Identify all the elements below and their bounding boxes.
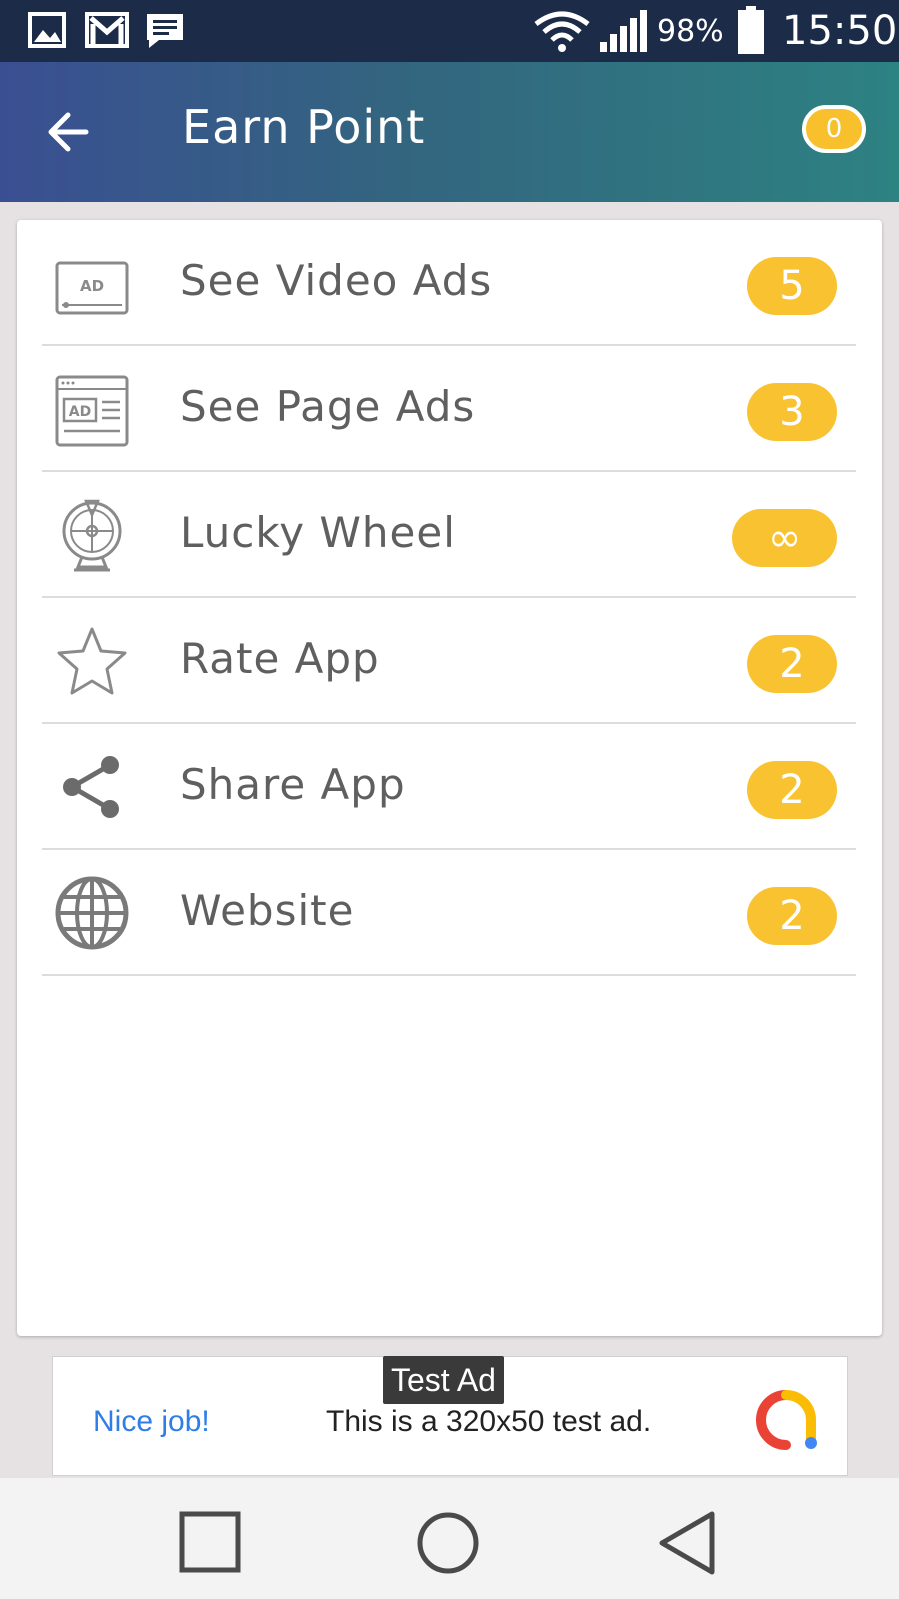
item-points-badge: 2: [747, 635, 837, 693]
ad-logo-icon: [756, 1390, 817, 1450]
status-bar: 98% 15:50: [0, 0, 899, 62]
clock: 15:50: [782, 8, 898, 54]
list-item-share-app[interactable]: Share App 2: [42, 724, 856, 850]
message-icon: [147, 14, 183, 48]
signal-icon: [600, 10, 647, 52]
back-triangle-icon[interactable]: [652, 1508, 722, 1578]
item-label: See Page Ads: [180, 382, 476, 431]
share-icon: [63, 756, 119, 818]
item-points-badge: ∞: [732, 509, 837, 567]
globe-icon: [55, 876, 129, 950]
item-label: Website: [180, 886, 355, 935]
system-navigation-bar: [0, 1478, 899, 1599]
video-ad-icon: AD: [55, 261, 129, 315]
item-points-badge: 2: [747, 761, 837, 819]
page-title: Earn Point: [182, 100, 426, 154]
battery-icon: [738, 6, 764, 54]
item-points-badge: 2: [747, 887, 837, 945]
item-points-badge: 5: [747, 257, 837, 315]
item-label: See Video Ads: [180, 256, 493, 305]
item-label: Lucky Wheel: [180, 508, 456, 557]
image-icon: [28, 12, 66, 48]
svg-text:AD: AD: [80, 277, 104, 295]
star-icon: [57, 627, 127, 695]
list-item-website[interactable]: Website 2: [42, 850, 856, 976]
app-bar: Earn Point 0: [0, 62, 899, 202]
gmail-icon: [85, 12, 129, 48]
battery-percent: 98%: [657, 14, 724, 49]
svg-text:AD: AD: [69, 404, 91, 420]
list-item-video-ads[interactable]: AD See Video Ads 5: [42, 220, 856, 346]
test-ad-tag: Test Ad: [383, 1356, 504, 1404]
home-circle-icon[interactable]: [413, 1508, 483, 1578]
list-item-rate-app[interactable]: Rate App 2: [42, 598, 856, 724]
lucky-wheel-icon: [62, 499, 122, 572]
item-points-badge: 3: [747, 383, 837, 441]
list-item-page-ads[interactable]: AD See Page Ads 3: [42, 346, 856, 472]
ad-message: This is a 320x50 test ad.: [326, 1405, 652, 1438]
back-arrow-icon[interactable]: [40, 102, 100, 162]
wifi-icon: [534, 11, 590, 52]
item-label: Rate App: [180, 634, 380, 683]
item-label: Share App: [180, 760, 406, 809]
list-item-lucky-wheel[interactable]: Lucky Wheel ∞: [42, 472, 856, 598]
recents-square-icon[interactable]: [176, 1508, 246, 1578]
earn-options-card: AD See Video Ads 5 AD See Page Ads 3 Luc…: [17, 220, 882, 1336]
ad-headline: Nice job!: [93, 1405, 210, 1438]
page-ad-icon: AD: [55, 375, 129, 447]
points-badge: 0: [802, 105, 866, 153]
